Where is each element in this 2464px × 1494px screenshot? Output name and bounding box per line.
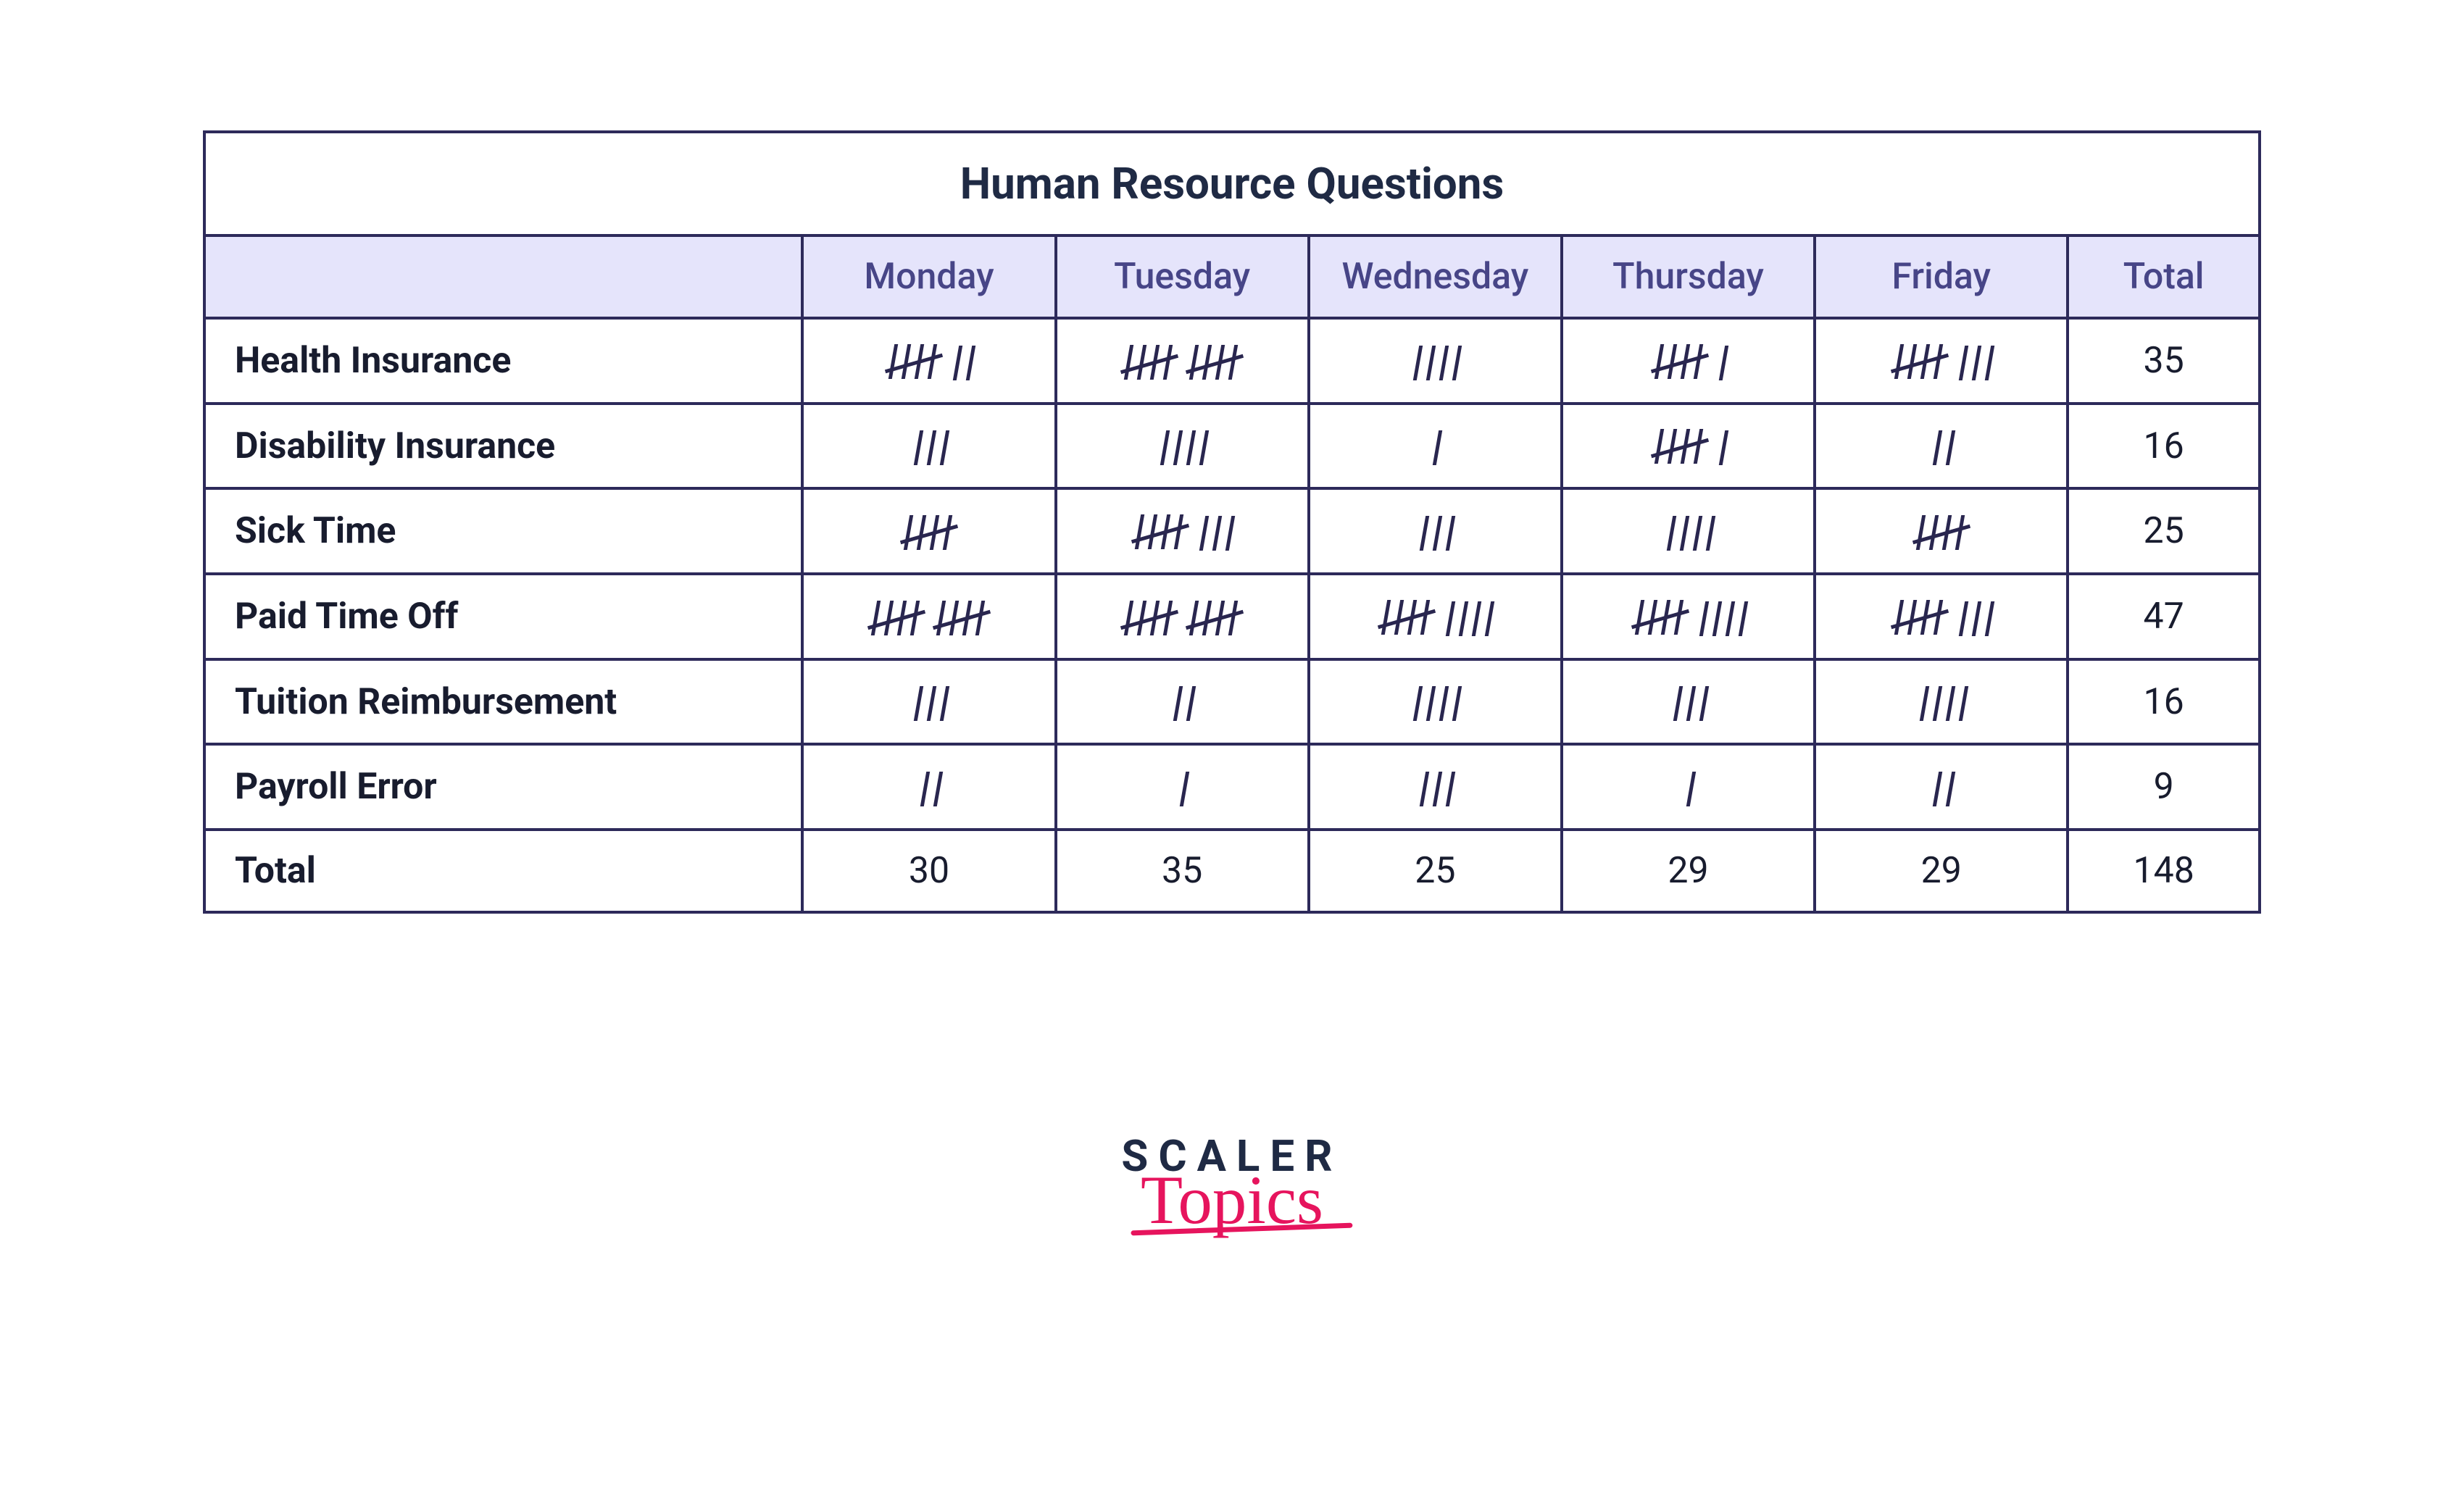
tally-cell [1056, 488, 1309, 574]
tally-cell [1309, 574, 1562, 659]
tally-cell [1309, 744, 1562, 830]
row-total: 16 [2068, 404, 2260, 489]
tally-cell [802, 574, 1055, 659]
totals-friday: 29 [1815, 830, 2068, 912]
tally-cell [1562, 488, 1815, 574]
tally-cell [1815, 404, 2068, 489]
totals-wednesday: 25 [1309, 830, 1562, 912]
totals-row: Total 30 35 25 29 29 148 [204, 830, 2260, 912]
header-friday: Friday [1815, 235, 2068, 318]
tally-cell [1309, 659, 1562, 745]
tally-cell [802, 744, 1055, 830]
table-row: Tuition Reimbursement 16 [204, 659, 2260, 745]
table-row: Payroll Error 9 [204, 744, 2260, 830]
row-label: Payroll Error [204, 744, 802, 830]
tally-cell [1815, 318, 2068, 404]
row-label: Health Insurance [204, 318, 802, 404]
row-total: 25 [2068, 488, 2260, 574]
row-total: 47 [2068, 574, 2260, 659]
header-thursday: Thursday [1562, 235, 1815, 318]
row-label: Sick Time [204, 488, 802, 574]
tally-cell [802, 404, 1055, 489]
tally-cell [1562, 574, 1815, 659]
row-total: 9 [2068, 744, 2260, 830]
row-total: 16 [2068, 659, 2260, 745]
tally-cell [1056, 318, 1309, 404]
tally-cell [1309, 318, 1562, 404]
row-total: 35 [2068, 318, 2260, 404]
tally-cell [1815, 744, 2068, 830]
header-wednesday: Wednesday [1309, 235, 1562, 318]
row-label: Disability Insurance [204, 404, 802, 489]
totals-tuesday: 35 [1056, 830, 1309, 912]
tally-cell [1562, 404, 1815, 489]
tally-cell [1562, 744, 1815, 830]
tally-cell [1815, 574, 2068, 659]
tally-cell [802, 318, 1055, 404]
table-row: Sick Time 25 [204, 488, 2260, 574]
table-row: Health Insurance 35 [204, 318, 2260, 404]
table-row: Paid Time Off 47 [204, 574, 2260, 659]
header-tuesday: Tuesday [1056, 235, 1309, 318]
header-blank [204, 235, 802, 318]
header-total: Total [2068, 235, 2260, 318]
tally-cell [802, 659, 1055, 745]
row-label: Tuition Reimbursement [204, 659, 802, 745]
totals-label: Total [204, 830, 802, 912]
totals-thursday: 29 [1562, 830, 1815, 912]
tally-cell [1562, 659, 1815, 745]
tally-cell [1562, 318, 1815, 404]
table-row: Disability Insurance 16 [204, 404, 2260, 489]
tally-cell [1309, 404, 1562, 489]
tally-cell [802, 488, 1055, 574]
title-row: Human Resource Questions [204, 132, 2260, 235]
tally-table: Human Resource Questions Monday Tuesday … [203, 130, 2261, 914]
tally-cell [1056, 574, 1309, 659]
header-row: Monday Tuesday Wednesday Thursday Friday… [204, 235, 2260, 318]
header-monday: Monday [802, 235, 1055, 318]
logo-line2: Topics [1121, 1166, 1342, 1235]
tally-cell [1309, 488, 1562, 574]
tally-cell [1056, 744, 1309, 830]
totals-monday: 30 [802, 830, 1055, 912]
tally-cell [1815, 488, 2068, 574]
totals-grand: 148 [2068, 830, 2260, 912]
tally-cell [1056, 404, 1309, 489]
tally-cell [1815, 659, 2068, 745]
tally-cell [1056, 659, 1309, 745]
scaler-topics-logo: SCALER Topics [1121, 1130, 1342, 1235]
row-label: Paid Time Off [204, 574, 802, 659]
table-title: Human Resource Questions [204, 132, 2260, 235]
